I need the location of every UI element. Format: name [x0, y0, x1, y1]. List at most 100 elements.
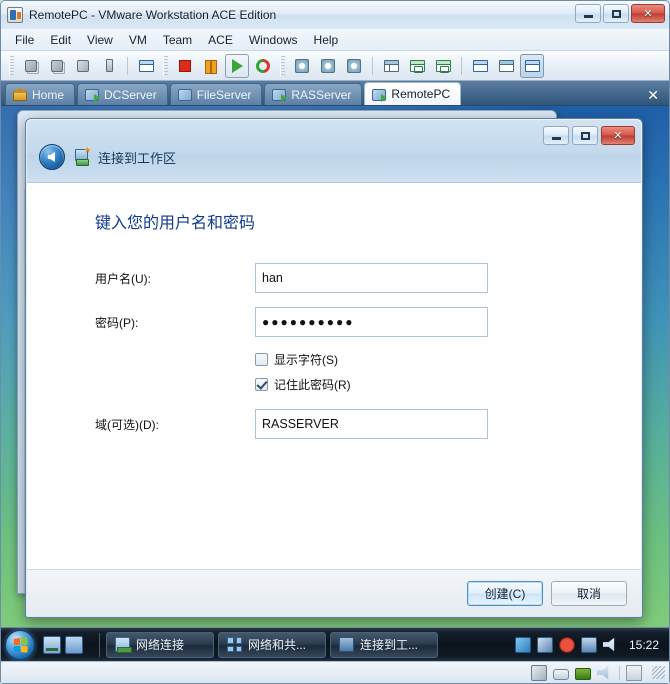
new-team-icon[interactable] — [19, 54, 43, 78]
password-label: 密码(P): — [95, 315, 139, 330]
network-adapter-icon[interactable] — [575, 667, 591, 680]
power-on-icon[interactable] — [225, 53, 249, 78]
taskbar-item-network-connections[interactable]: 网络连接 — [106, 631, 214, 658]
dialog-close-button[interactable]: ✕ — [601, 126, 635, 145]
toolbar — [1, 51, 669, 81]
network-connections-icon — [115, 637, 132, 653]
tab-dcserver[interactable]: DCServer — [77, 83, 168, 105]
maximize-button[interactable] — [603, 4, 629, 23]
toolbar-grip-2[interactable] — [163, 55, 168, 76]
close-button[interactable]: ✕ — [631, 4, 665, 23]
username-field[interactable] — [255, 263, 488, 293]
tab-label: RASServer — [291, 87, 352, 102]
taskbar-item-network-sharing[interactable]: 网络和共... — [218, 631, 326, 658]
username-row: 用户名(U): — [27, 263, 641, 293]
hard-disk-icon[interactable] — [531, 664, 547, 681]
system-tray: 15:22 — [514, 636, 665, 653]
dialog-window-controls: ✕ — [543, 126, 635, 145]
dialog-footer: 创建(C) 取消 — [27, 569, 641, 616]
menu-ace[interactable]: ACE — [200, 31, 241, 49]
cancel-button[interactable]: 取消 — [551, 580, 627, 606]
usb-device-icon[interactable] — [97, 54, 121, 78]
sound-card-icon[interactable] — [597, 665, 609, 680]
window-resize-grip[interactable] — [652, 666, 665, 679]
take-snapshot-icon[interactable] — [290, 54, 314, 78]
password-field[interactable] — [255, 307, 488, 337]
security-alert-icon[interactable] — [558, 636, 575, 653]
toolbar-grip[interactable] — [9, 55, 14, 76]
connect-to-workspace-dialog: ✕ 连接到工作区 键入您的用户名和密码 用户名(U): 密码(P): — [25, 118, 643, 618]
menu-file[interactable]: File — [7, 31, 42, 49]
printer-icon[interactable] — [626, 664, 642, 681]
start-button[interactable] — [5, 629, 35, 660]
statusbar-separator — [619, 665, 620, 680]
menu-help[interactable]: Help — [306, 31, 347, 49]
toolbar-separator-3 — [461, 56, 462, 75]
quick-launch-bar — [43, 635, 83, 654]
menu-windows[interactable]: Windows — [241, 31, 306, 49]
window-title: RemotePC - VMware Workstation ACE Editio… — [29, 8, 277, 22]
show-characters-row[interactable]: 显示字符(S) — [27, 351, 641, 368]
summary-icon[interactable] — [494, 54, 518, 78]
reset-icon[interactable] — [251, 54, 275, 78]
taskbar-item-connect-to-workspace[interactable]: 连接到工... — [330, 631, 438, 658]
network-icon[interactable] — [580, 636, 597, 653]
manage-snapshots-icon[interactable] — [342, 54, 366, 78]
virtual-machine-running-icon — [372, 88, 388, 102]
removable-device-icon[interactable] — [553, 668, 569, 680]
taskbar-item-label: 连接到工... — [360, 638, 419, 652]
show-desktop-icon[interactable] — [43, 635, 61, 654]
dialog-minimize-button[interactable] — [543, 126, 569, 145]
tab-fileserver[interactable]: FileServer — [169, 83, 263, 105]
tab-remotepc[interactable]: RemotePC — [364, 82, 462, 105]
revert-snapshot-icon[interactable] — [316, 54, 340, 78]
suspend-icon[interactable] — [199, 54, 223, 78]
taskbar-item-label: 网络连接 — [136, 638, 185, 652]
dialog-maximize-button[interactable] — [572, 126, 598, 145]
toolbar-separator-2 — [372, 56, 373, 75]
password-row: 密码(P): — [27, 307, 641, 337]
new-ace-package-icon[interactable] — [71, 54, 95, 78]
menu-edit[interactable]: Edit — [42, 31, 79, 49]
connect-to-workspace-icon — [339, 637, 354, 652]
show-characters-checkbox[interactable] — [255, 353, 268, 366]
remember-password-checkbox[interactable] — [255, 378, 268, 391]
show-sidebar-icon[interactable] — [379, 54, 403, 78]
tab-rasserver[interactable]: RASServer — [264, 83, 363, 105]
dialog-nav: 连接到工作区 — [39, 144, 176, 170]
console-view-icon[interactable] — [520, 53, 544, 78]
tab-label: Home — [32, 87, 65, 102]
switch-window-icon[interactable] — [65, 635, 83, 654]
minimize-button[interactable] — [575, 4, 601, 23]
vmware-tools-icon[interactable] — [536, 636, 553, 653]
menu-vm[interactable]: VM — [121, 31, 155, 49]
vmware-app-icon — [7, 7, 23, 23]
window-controls: ✕ — [575, 4, 665, 23]
action-center-icon[interactable] — [514, 636, 531, 653]
menu-view[interactable]: View — [79, 31, 121, 49]
virtual-machine-icon — [177, 89, 192, 101]
taskbar-clock[interactable]: 15:22 — [629, 638, 659, 652]
open-icon[interactable] — [134, 54, 158, 78]
domain-field[interactable] — [255, 409, 488, 439]
close-tab-icon[interactable]: ✕ — [647, 88, 659, 102]
vmware-main-window: RemotePC - VMware Workstation ACE Editio… — [0, 0, 670, 684]
show-characters-label: 显示字符(S) — [274, 353, 338, 367]
back-icon[interactable] — [39, 144, 65, 170]
toolbar-grip-3[interactable] — [280, 55, 285, 76]
tab-home[interactable]: Home — [5, 83, 76, 105]
windows-logo-icon — [13, 636, 28, 653]
create-button[interactable]: 创建(C) — [467, 580, 543, 606]
taskbar-item-label: 网络和共... — [248, 638, 307, 652]
quick-switch-icon[interactable] — [431, 54, 455, 78]
volume-icon[interactable] — [602, 637, 615, 652]
remember-password-row[interactable]: 记住此密码(R) — [27, 376, 641, 393]
guest-taskbar: 网络连接 网络和共... 连接到工... 15:22 — [1, 627, 669, 661]
power-off-icon[interactable] — [173, 54, 197, 78]
menu-team[interactable]: Team — [155, 31, 200, 49]
fullscreen-icon[interactable] — [405, 54, 429, 78]
new-virtual-machine-icon[interactable] — [45, 54, 69, 78]
network-sharing-center-icon — [227, 637, 242, 652]
home-icon — [12, 88, 28, 101]
settings-icon[interactable] — [468, 54, 492, 78]
